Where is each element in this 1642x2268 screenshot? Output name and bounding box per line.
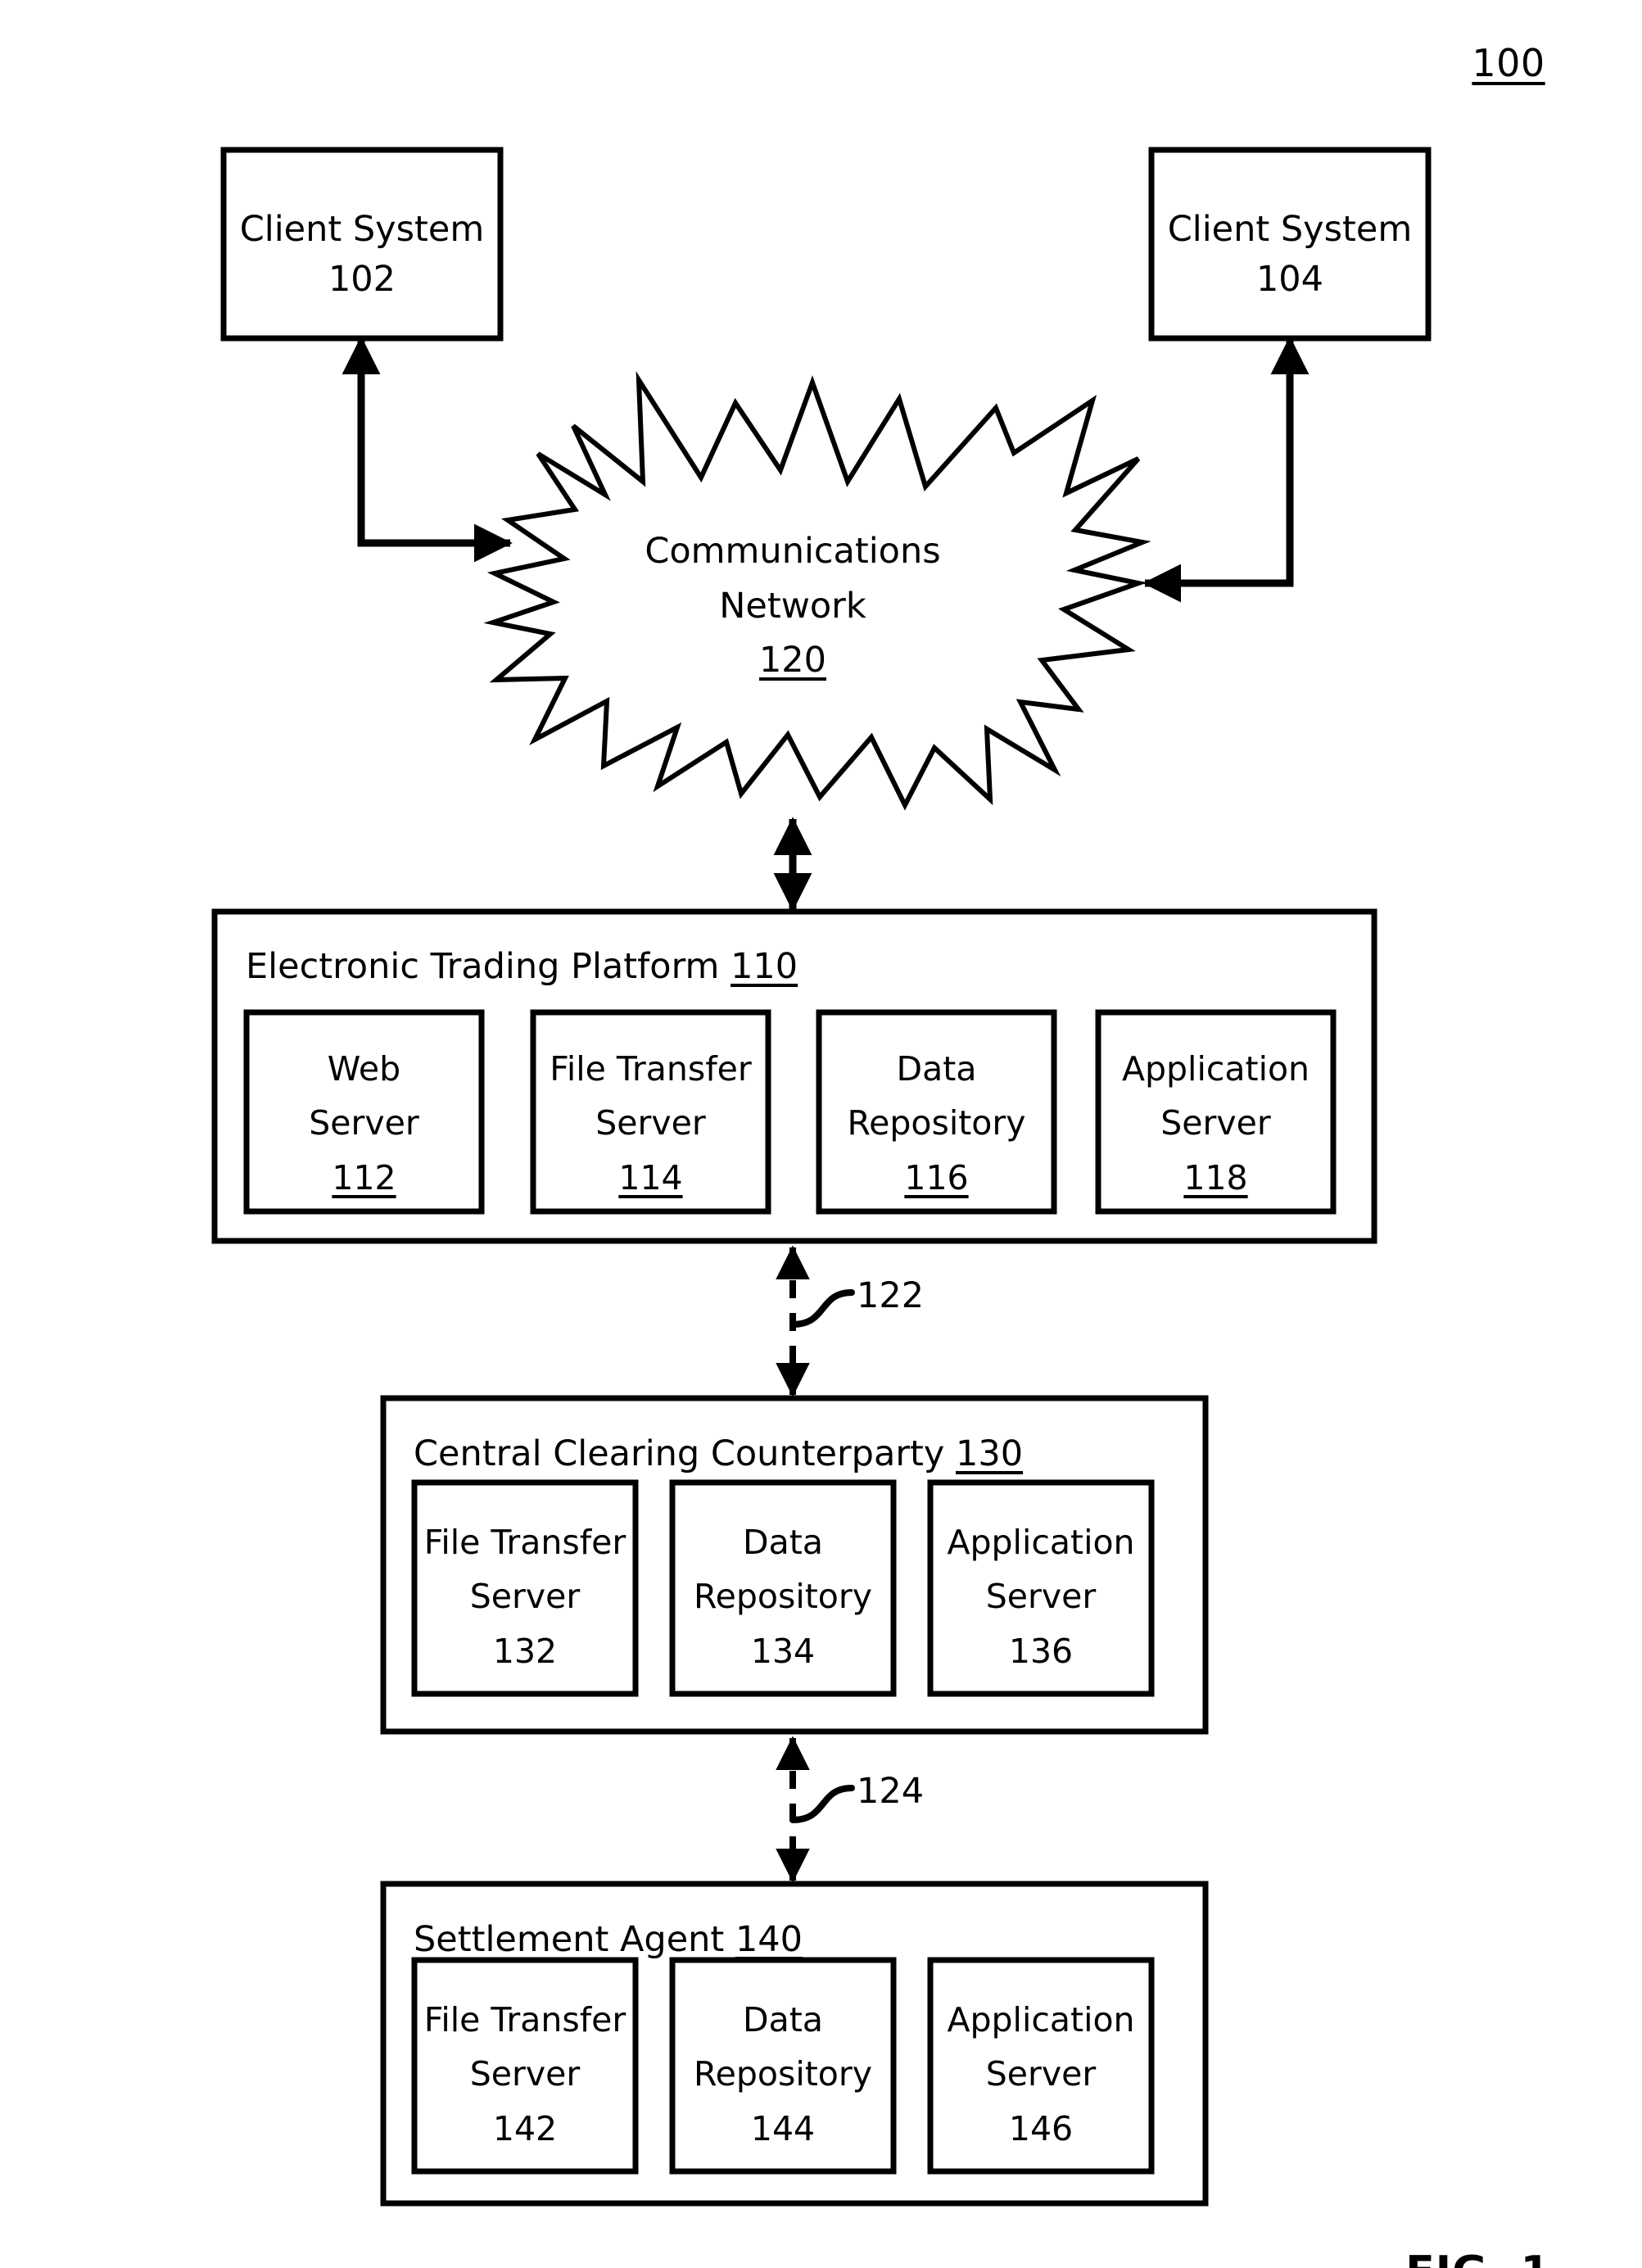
- application-server-146-label: Application Server 146: [922, 1993, 1160, 2156]
- unit-142-line1: File Transfer: [423, 2000, 626, 2039]
- unit-142-ref: 142: [492, 2108, 558, 2148]
- unit-146-line2: Server: [985, 2054, 1097, 2094]
- central-clearing-counterparty-title: Central Clearing Counterparty 130: [414, 1429, 1023, 1479]
- unit-142-line2: Server: [469, 2054, 581, 2094]
- data-repository-116-label: Data Repository 116: [807, 1042, 1066, 1205]
- unit-114-line2: Server: [595, 1103, 706, 1143]
- unit-118-line1: Application: [1121, 1049, 1310, 1089]
- unit-118-ref: 118: [1183, 1157, 1248, 1197]
- unit-116-line2: Repository: [847, 1103, 1026, 1143]
- platform-title-text: Electronic Trading Platform: [246, 946, 720, 987]
- figure-caption: FIG. 1: [1384, 2243, 1572, 2268]
- network-name-line1: Communications: [645, 531, 941, 572]
- unit-134-line1: Data: [743, 1523, 823, 1562]
- network-ref: 120: [758, 640, 827, 681]
- connector-client104-to-network: [1142, 336, 1310, 603]
- client-system-102-ref: 102: [328, 259, 396, 301]
- connector-124-ref: 124: [857, 1771, 925, 1812]
- file-transfer-server-142-label: File Transfer Server 142: [406, 1993, 644, 2156]
- unit-136-line2: Server: [985, 1577, 1097, 1617]
- unit-134-line2: Repository: [693, 1577, 872, 1617]
- data-repository-144-label: Data Repository 144: [660, 1993, 906, 2156]
- clearing-ref: 130: [956, 1433, 1024, 1474]
- unit-146-ref: 146: [1008, 2108, 1074, 2148]
- client-system-104-name: Client System: [1167, 209, 1413, 250]
- unit-146-line1: Application: [947, 2000, 1135, 2039]
- unit-118-line2: Server: [1160, 1103, 1271, 1143]
- application-server-136-label: Application Server 136: [922, 1515, 1160, 1678]
- unit-132-ref: 132: [492, 1631, 558, 1671]
- unit-114-line1: File Transfer: [550, 1049, 752, 1089]
- leader-line-124: [789, 1785, 855, 1823]
- file-transfer-server-132-label: File Transfer Server 132: [406, 1515, 644, 1678]
- settlement-title-text: Settlement Agent: [414, 1919, 725, 1960]
- network-name-line2: Network: [719, 585, 866, 627]
- client-system-104-label: Client System 104: [1151, 205, 1428, 305]
- settlement-agent-title: Settlement Agent 140: [414, 1915, 803, 1965]
- connector-client102-to-network: [342, 336, 513, 563]
- unit-144-line1: Data: [743, 2000, 823, 2039]
- unit-116-line1: Data: [896, 1049, 977, 1089]
- platform-ref: 110: [731, 946, 798, 987]
- client-system-104-ref: 104: [1255, 259, 1324, 301]
- data-repository-134-label: Data Repository 134: [660, 1515, 906, 1678]
- clearing-title-text: Central Clearing Counterparty: [414, 1433, 945, 1474]
- connector-122-ref: 122: [857, 1275, 925, 1316]
- unit-112-ref: 112: [332, 1157, 396, 1197]
- file-transfer-server-114-label: File Transfer Server 114: [525, 1042, 776, 1205]
- client-system-102-label: Client System 102: [224, 205, 500, 305]
- application-server-118-label: Application Server 118: [1090, 1042, 1341, 1205]
- leader-line-122: [789, 1289, 855, 1328]
- electronic-trading-platform-title: Electronic Trading Platform 110: [246, 942, 798, 992]
- unit-112-line1: Web: [327, 1049, 401, 1089]
- unit-144-ref: 144: [750, 2108, 816, 2148]
- web-server-label: Web Server 112: [247, 1042, 482, 1205]
- figure-number: 100: [1472, 41, 1545, 85]
- unit-132-line1: File Transfer: [423, 1523, 626, 1562]
- unit-136-line1: Application: [947, 1523, 1135, 1562]
- unit-132-line2: Server: [469, 1577, 581, 1617]
- unit-134-ref: 134: [750, 1631, 816, 1671]
- settlement-ref: 140: [735, 1919, 803, 1960]
- unit-112-line2: Server: [309, 1103, 419, 1143]
- unit-116-ref: 116: [904, 1157, 969, 1197]
- patent-figure-page: 100 Client System 102 Client System 104 …: [0, 0, 1642, 2268]
- communications-network-label: Communications Network 120: [629, 524, 957, 688]
- unit-114-ref: 114: [618, 1157, 683, 1197]
- unit-144-line2: Repository: [693, 2054, 872, 2094]
- client-system-102-name: Client System: [239, 209, 485, 250]
- unit-136-ref: 136: [1008, 1631, 1074, 1671]
